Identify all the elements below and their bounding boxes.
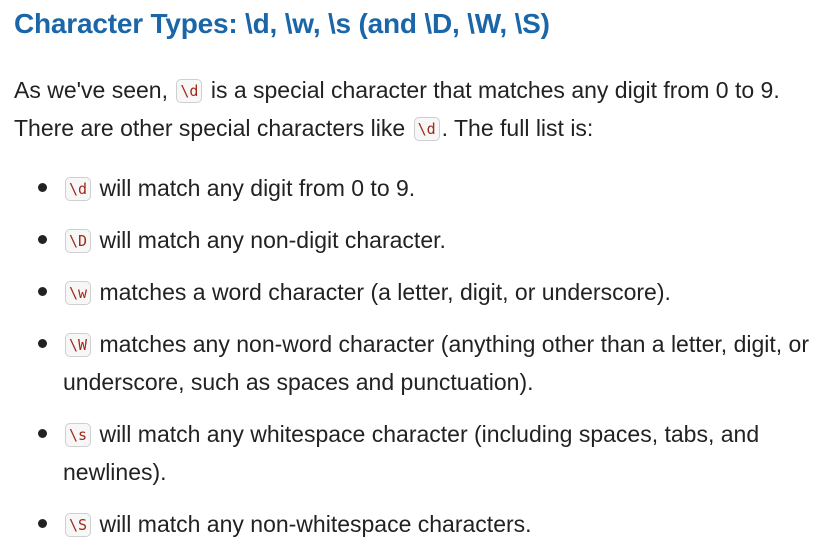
intro-text-1: As we've seen, (14, 77, 168, 103)
bullet-icon (38, 235, 47, 244)
list-item-text: matches any non-word character (anything… (63, 331, 810, 395)
inline-code: \D (65, 229, 92, 253)
inline-code-d: \d (176, 79, 203, 103)
inline-code: \s (65, 423, 92, 447)
list-item-text: will match any digit from 0 to 9. (99, 175, 416, 201)
list-item: \S will match any non-whitespace charact… (14, 505, 827, 543)
list-item: \d will match any digit from 0 to 9. (14, 169, 827, 207)
list-item-text: will match any non-digit character. (99, 227, 446, 253)
intro-paragraph: As we've seen, \d is a special character… (14, 71, 827, 147)
inline-code-d: \d (413, 117, 440, 141)
inline-code: \W (65, 333, 92, 357)
article: Character Types: \d, \w, \s (and \D, \W,… (0, 0, 839, 555)
character-type-list: \d will match any digit from 0 to 9. \D … (14, 169, 827, 543)
list-item: \w matches a word character (a letter, d… (14, 273, 827, 311)
inline-code: \d (65, 177, 92, 201)
bullet-icon (38, 287, 47, 296)
inline-code: \w (65, 281, 92, 305)
list-item: \s will match any whitespace character (… (14, 415, 827, 491)
bullet-icon (38, 183, 47, 192)
section-heading: Character Types: \d, \w, \s (and \D, \W,… (14, 8, 550, 39)
bullet-icon (38, 519, 47, 528)
list-item-text: will match any whitespace character (inc… (63, 421, 760, 485)
list-item: \D will match any non-digit character. (14, 221, 827, 259)
bullet-icon (38, 429, 47, 438)
inline-code: \S (65, 513, 92, 537)
list-item-text: will match any non-whitespace characters… (99, 511, 532, 537)
bullet-icon (38, 339, 47, 348)
list-item: \W matches any non-word character (anyth… (14, 325, 827, 401)
intro-text-3: . The full list is: (441, 115, 594, 141)
list-item-text: matches a word character (a letter, digi… (99, 279, 671, 305)
